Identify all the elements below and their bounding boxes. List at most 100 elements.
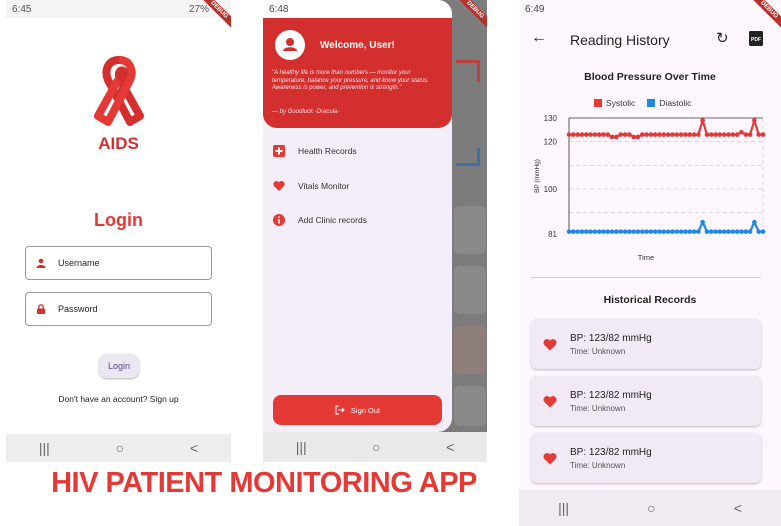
data-point-systolic — [661, 132, 667, 137]
data-point-diastolic — [605, 229, 611, 234]
data-point-diastolic — [631, 229, 636, 234]
record-card[interactable]: BP: 123/82 mmHg Time: Unknown — [531, 376, 761, 426]
data-point-diastolic — [601, 229, 606, 234]
background-dim[interactable] — [452, 0, 487, 432]
data-point-systolic — [571, 132, 576, 137]
sign-out-button[interactable]: Sign Out — [273, 395, 442, 425]
signup-link[interactable]: Don't have an account? Sign up — [6, 394, 231, 404]
data-point-diastolic — [639, 229, 645, 234]
divider — [531, 277, 761, 278]
data-point-diastolic — [609, 229, 615, 234]
data-point-systolic — [575, 132, 580, 137]
data-point-diastolic — [622, 229, 628, 234]
recents-button[interactable]: ||| — [558, 500, 569, 516]
data-point-diastolic — [618, 229, 624, 234]
data-point-diastolic — [721, 229, 727, 234]
data-point-systolic — [631, 134, 636, 140]
heart-icon — [543, 452, 557, 464]
data-point-diastolic — [752, 219, 757, 225]
recents-button[interactable]: ||| — [39, 440, 50, 456]
drawer-header: Welcome, User! "A healthy life is more t… — [263, 18, 452, 128]
data-point-diastolic — [644, 229, 649, 234]
data-point-diastolic — [566, 229, 572, 234]
debug-banner: DEBUG — [457, 0, 487, 30]
data-point-systolic — [691, 132, 697, 137]
data-point-diastolic — [730, 229, 736, 234]
records-title: Historical Records — [603, 294, 697, 306]
pdf-icon[interactable]: PDF — [749, 31, 763, 46]
menu-item-label: Health Records — [298, 146, 357, 156]
record-card[interactable]: BP: 123/82 mmHg Time: Unknown — [531, 319, 761, 369]
data-point-systolic — [652, 132, 658, 137]
chart-title: Blood Pressure Over Time — [584, 71, 716, 83]
logo-text: AIDS — [98, 134, 139, 153]
debug-banner: DEBUG — [201, 0, 231, 30]
legend-swatch-systolic — [594, 99, 602, 107]
data-point-systolic — [760, 132, 766, 137]
menu-item-vitals-monitor[interactable]: Vitals Monitor — [273, 180, 349, 192]
data-point-systolic — [670, 132, 675, 137]
data-point-systolic — [717, 132, 723, 137]
recents-button[interactable]: ||| — [296, 439, 307, 455]
username-field[interactable]: Username — [25, 246, 212, 280]
welcome-text: Welcome, User! — [320, 40, 395, 51]
record-card[interactable]: BP: 123/82 mmHg Time: Unknown — [531, 433, 761, 483]
heart-icon — [543, 395, 557, 407]
data-point-systolic — [609, 134, 615, 140]
data-point-systolic — [704, 132, 710, 137]
back-button[interactable]: < — [734, 500, 742, 516]
app-bar-title: Reading History — [570, 32, 670, 48]
data-point-systolic — [708, 132, 714, 137]
username-placeholder: Username — [58, 258, 100, 268]
status-bar: 6:45 27% — [6, 0, 231, 18]
data-point-systolic — [747, 132, 753, 137]
legend-label-systolic: Systolic — [606, 98, 636, 108]
data-point-systolic — [588, 132, 593, 137]
data-point-diastolic — [708, 229, 714, 234]
data-point-diastolic — [627, 229, 632, 234]
record-time: Time: Unknown — [570, 460, 626, 470]
data-point-diastolic — [571, 229, 576, 234]
data-point-diastolic — [635, 229, 641, 234]
data-point-diastolic — [743, 229, 749, 234]
legend-label-diastolic: Diastolic — [659, 98, 692, 108]
refresh-icon[interactable]: ↻ — [716, 29, 729, 47]
back-button[interactable]: < — [190, 440, 198, 456]
bp-line-chart: 130 120 100 81 BP (mmHg) Time — [534, 114, 766, 262]
menu-item-add-clinic-records[interactable]: Add Clinic records — [273, 214, 367, 226]
login-screen: 6:45 27% DEBUG AIDS Login Username Passw… — [6, 0, 231, 462]
data-point-systolic — [605, 132, 611, 137]
data-point-diastolic — [700, 219, 705, 225]
data-point-systolic — [618, 132, 624, 137]
menu-item-health-records[interactable]: Health Records — [273, 145, 357, 157]
data-point-systolic — [700, 118, 705, 123]
data-point-diastolic — [756, 229, 761, 234]
system-nav-bar: ||| ○ < — [6, 434, 231, 462]
home-button[interactable]: ○ — [372, 439, 380, 455]
data-point-systolic — [657, 132, 662, 137]
data-point-diastolic — [726, 229, 731, 234]
data-point-diastolic — [583, 229, 589, 234]
record-bp: BP: 123/82 mmHg — [570, 332, 652, 344]
sign-out-label: Sign Out — [350, 405, 381, 415]
data-point-diastolic — [661, 229, 667, 234]
status-time: 6:48 — [269, 3, 289, 15]
data-point-systolic — [674, 132, 680, 137]
password-field[interactable]: Password — [25, 292, 212, 326]
back-button[interactable]: < — [446, 439, 454, 455]
back-arrow-icon[interactable]: ← — [531, 29, 547, 47]
aids-ribbon-icon — [94, 56, 144, 126]
heart-icon — [273, 181, 285, 191]
data-point-systolic — [687, 132, 693, 137]
chart-legend: Systolic Diastolic — [594, 98, 691, 108]
data-point-diastolic — [760, 229, 766, 234]
y-tick-label: 81 — [548, 230, 557, 239]
system-nav-bar: ||| ○ < — [263, 432, 487, 462]
data-point-diastolic — [652, 229, 658, 234]
home-button[interactable]: ○ — [647, 500, 655, 516]
data-point-systolic — [592, 132, 598, 137]
quote-author: — by Goodluck -Dracula- — [272, 109, 340, 115]
login-button[interactable]: Login — [99, 354, 139, 378]
x-axis-label: Time — [638, 253, 654, 262]
home-button[interactable]: ○ — [116, 440, 124, 456]
